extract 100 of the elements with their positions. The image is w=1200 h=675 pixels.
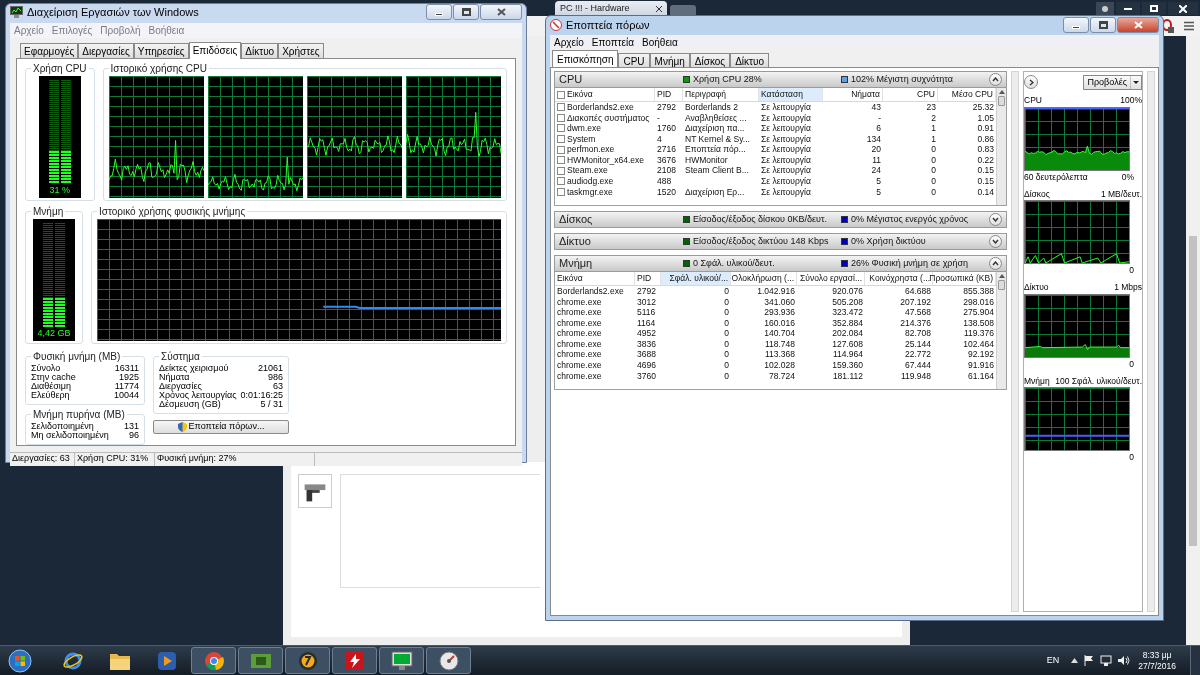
menu-item[interactable]: Αρχείο — [14, 22, 44, 38]
table-cell: audiodg.exe — [567, 175, 614, 188]
checkbox[interactable] — [557, 156, 565, 165]
close-button[interactable] — [1168, 2, 1198, 15]
section-header[interactable]: CPU Χρήση CPU 28% 102% Μέγιστη συχνότητα — [554, 71, 1007, 88]
menu-icon[interactable] — [1184, 21, 1194, 31]
scroll-thumb[interactable] — [998, 280, 1005, 290]
menu-item[interactable]: Επιλογές — [51, 22, 93, 38]
taskbar-button[interactable] — [379, 647, 424, 674]
column-header[interactable]: Σφάλ. υλικού/... — [661, 272, 731, 285]
scrollbar[interactable] — [1011, 71, 1019, 612]
maximize-button[interactable] — [1142, 2, 1166, 15]
maximize-button[interactable] — [453, 4, 479, 21]
speaker-icon[interactable] — [1118, 655, 1131, 666]
collapse-icon[interactable] — [989, 257, 1002, 270]
menu-item[interactable]: Βοήθεια — [642, 34, 678, 50]
scrollbar[interactable] — [1147, 71, 1155, 612]
expand-icon[interactable] — [989, 235, 1002, 248]
close-icon[interactable] — [656, 5, 662, 12]
table-cell: 0 — [724, 295, 729, 309]
views-dropdown[interactable]: Προβολές — [1082, 75, 1142, 90]
comment-field[interactable] — [340, 474, 540, 588]
stat-value: 21061 — [257, 363, 283, 373]
checkbox[interactable] — [557, 90, 565, 99]
maximize-button[interactable] — [1090, 17, 1116, 33]
tab[interactable]: Διεργασίες — [78, 42, 134, 58]
menu-item[interactable]: Βοήθεια — [148, 22, 185, 38]
profile-button[interactable] — [1096, 2, 1114, 15]
column-header[interactable]: Νήματα — [823, 88, 883, 101]
scroll-thumb[interactable] — [998, 96, 1005, 106]
table-cell: 61.164 — [968, 369, 994, 383]
table-cell: 0.86 — [977, 132, 994, 146]
graph-title: Δίσκος — [1024, 187, 1050, 201]
menu-item[interactable]: Αρχείο — [554, 34, 584, 50]
table-cell-text: Σε λειτουργία — [761, 154, 811, 166]
table-cell-text: Διαχείριση πα... — [685, 123, 745, 135]
stat-label: Στην cache — [31, 372, 76, 382]
resource-monitor-button[interactable]: Εποπτεία πόρων... — [153, 419, 289, 434]
column-label: Εικόνα — [567, 88, 593, 101]
close-icon — [1179, 4, 1187, 13]
table-cell: 43 — [871, 100, 881, 114]
tab[interactable]: Χρήστες — [278, 42, 324, 58]
network-icon[interactable] — [1100, 655, 1113, 666]
close-button[interactable] — [480, 4, 522, 21]
collapse-icon[interactable] — [989, 73, 1002, 86]
scrollbar[interactable] — [1186, 36, 1200, 645]
scrollbar[interactable] — [996, 272, 1006, 389]
caret-up-icon[interactable] — [1071, 658, 1079, 663]
language-indicator[interactable]: EN — [1046, 653, 1060, 668]
checkbox[interactable] — [557, 124, 565, 133]
tab[interactable]: Δίκτυο — [730, 53, 770, 67]
menu-item[interactable]: Προβολή — [100, 22, 141, 38]
extension-icon[interactable] — [1162, 19, 1174, 33]
table-cell-text: HWMonitor — [685, 154, 728, 166]
maximize-icon — [461, 8, 471, 17]
flag-icon[interactable] — [1084, 655, 1095, 666]
menu-item[interactable]: Εποπτεία — [591, 34, 635, 50]
column-header[interactable]: Εικόνα — [555, 88, 655, 101]
scrollbar[interactable] — [996, 88, 1006, 205]
checkbox[interactable] — [557, 135, 565, 144]
checkbox[interactable] — [557, 103, 565, 112]
table-cell-text: Steam.exe — [567, 165, 608, 177]
table-cell-text: System — [567, 132, 596, 145]
tab[interactable]: Εφαρμογές — [20, 42, 79, 58]
section-header[interactable]: Δίκτυο Είσοδος/έξοδος δικτύου 148 Kbps 0% Χρήση δικτύου — [554, 233, 1007, 250]
taskbar-button[interactable] — [426, 647, 471, 674]
column-header[interactable]: CPU — [883, 88, 938, 101]
section-header[interactable]: Μνήμη 0 Σφάλ. υλικού/δευτ. 26% Φυσική μνήμη σε χρήση — [554, 255, 1007, 272]
section-header[interactable]: Δίσκος Είσοδος/έξοδος δίσκου 0KB/δευτ. 0% Μέγιστος ενεργός χρόνος — [554, 211, 1007, 228]
checkbox[interactable] — [557, 113, 565, 122]
column-header[interactable]: PID — [655, 88, 683, 101]
expand-icon[interactable] — [989, 213, 1002, 226]
tab[interactable]: Μνήμη — [649, 53, 690, 67]
tab[interactable]: Δίκτυο — [241, 42, 279, 58]
column-header[interactable]: Εικόνα — [555, 272, 635, 285]
stat-label: Δείκτες χειρισμού — [159, 363, 229, 373]
expand-pane-button[interactable] — [1024, 75, 1038, 89]
minimize-button[interactable] — [1116, 2, 1140, 15]
table-cell: 47.568 — [905, 306, 931, 319]
taskbar-button[interactable] — [332, 647, 377, 674]
column-header[interactable]: Κατάσταση — [759, 88, 823, 101]
color-wheel-icon — [203, 650, 224, 671]
table-cell: 0 — [724, 348, 729, 362]
table-cell: 1164 — [637, 316, 656, 330]
tab[interactable]: Επισκόπηση — [552, 50, 619, 67]
checkbox[interactable] — [557, 166, 565, 175]
stat-label: Ελεύθερη — [31, 390, 70, 400]
clock-date[interactable]: 27/7/2016 — [1138, 660, 1176, 672]
tab[interactable]: Επιδόσεις — [188, 41, 242, 59]
tab[interactable]: Υπηρεσίες — [133, 42, 189, 58]
play-icon — [156, 650, 177, 671]
tab[interactable]: Δίσκος — [689, 53, 731, 67]
tab[interactable]: CPU — [618, 53, 650, 67]
checkbox[interactable] — [557, 145, 565, 154]
table-cell: 3688 — [637, 348, 656, 362]
table-cell: 207.192 — [900, 295, 931, 309]
taskbar-button[interactable] — [285, 647, 330, 674]
clock-time[interactable]: 8:33 μμ — [1142, 649, 1172, 661]
checkbox[interactable] — [557, 177, 565, 186]
checkbox[interactable] — [557, 188, 565, 197]
